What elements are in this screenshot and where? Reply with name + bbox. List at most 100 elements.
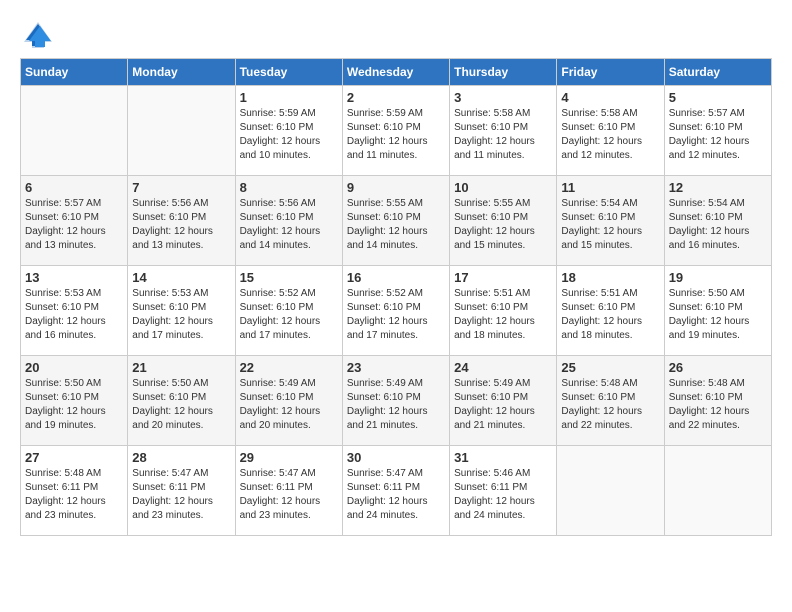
day-number: 8: [240, 180, 338, 195]
day-number: 11: [561, 180, 659, 195]
calendar-cell: 15Sunrise: 5:52 AM Sunset: 6:10 PM Dayli…: [235, 266, 342, 356]
day-number: 17: [454, 270, 552, 285]
day-info: Sunrise: 5:48 AM Sunset: 6:10 PM Dayligh…: [561, 377, 659, 433]
day-info: Sunrise: 5:50 AM Sunset: 6:10 PM Dayligh…: [25, 377, 123, 433]
day-number: 23: [347, 360, 445, 375]
day-info: Sunrise: 5:58 AM Sunset: 6:10 PM Dayligh…: [561, 107, 659, 163]
calendar-table: SundayMondayTuesdayWednesdayThursdayFrid…: [20, 58, 772, 536]
day-info: Sunrise: 5:49 AM Sunset: 6:10 PM Dayligh…: [347, 377, 445, 433]
day-number: 30: [347, 450, 445, 465]
calendar-cell: 5 Sunrise: 5:57 AM Sunset: 6:10 PM Daylig…: [664, 86, 771, 176]
calendar-cell: [664, 446, 771, 536]
calendar-cell: 19 Sunrise: 5:50 AM Sunset: 6:10 PM Dayli…: [664, 266, 771, 356]
calendar-cell: 4Sunrise: 5:58 AM Sunset: 6:10 PM Daylig…: [557, 86, 664, 176]
day-number: 15: [240, 270, 338, 285]
day-info: Sunrise: 5:58 AM Sunset: 6:10 PM Dayligh…: [454, 107, 552, 163]
column-header-tuesday: Tuesday: [235, 59, 342, 86]
calendar-week-2: 6 Sunrise: 5:57 AM Sunset: 6:10 PM Daylig…: [21, 176, 772, 266]
calendar-cell: 7Sunrise: 5:56 AM Sunset: 6:10 PM Daylig…: [128, 176, 235, 266]
calendar-cell: 25Sunrise: 5:48 AM Sunset: 6:10 PM Dayli…: [557, 356, 664, 446]
calendar-header-row: SundayMondayTuesdayWednesdayThursdayFrid…: [21, 59, 772, 86]
day-info: Sunrise: 5:54 AM Sunset: 6:10 PM Dayligh…: [561, 197, 659, 253]
day-number: 21: [132, 360, 230, 375]
day-number: 28: [132, 450, 230, 465]
calendar-cell: 8Sunrise: 5:56 AM Sunset: 6:10 PM Daylig…: [235, 176, 342, 266]
calendar-cell: 23 Sunrise: 5:49 AM Sunset: 6:10 PM Dayli…: [342, 356, 449, 446]
logo-icon: [24, 20, 52, 48]
day-info: Sunrise: 5:53 AM Sunset: 6:10 PM Dayligh…: [132, 287, 230, 343]
day-info: Sunrise: 5:49 AM Sunset: 6:10 PM Dayligh…: [454, 377, 552, 433]
calendar-cell: 9 Sunrise: 5:55 AM Sunset: 6:10 PM Daylig…: [342, 176, 449, 266]
day-number: 27: [25, 450, 123, 465]
calendar-cell: 18 Sunrise: 5:51 AM Sunset: 6:10 PM Dayli…: [557, 266, 664, 356]
day-number: 5: [669, 90, 767, 105]
day-number: 22: [240, 360, 338, 375]
day-number: 6: [25, 180, 123, 195]
calendar-cell: 26 Sunrise: 5:48 AM Sunset: 6:10 PM Dayli…: [664, 356, 771, 446]
day-info: Sunrise: 5:59 AM Sunset: 6:10 PM Dayligh…: [240, 107, 338, 163]
day-info: Sunrise: 5:47 AM Sunset: 6:11 PM Dayligh…: [132, 467, 230, 523]
calendar-cell: [557, 446, 664, 536]
day-number: 9: [347, 180, 445, 195]
day-info: Sunrise: 5:56 AM Sunset: 6:10 PM Dayligh…: [132, 197, 230, 253]
day-number: 2: [347, 90, 445, 105]
day-info: Sunrise: 5:53 AM Sunset: 6:10 PM Dayligh…: [25, 287, 123, 343]
column-header-thursday: Thursday: [450, 59, 557, 86]
day-info: Sunrise: 5:54 AM Sunset: 6:10 PM Dayligh…: [669, 197, 767, 253]
column-header-monday: Monday: [128, 59, 235, 86]
day-number: 31: [454, 450, 552, 465]
calendar-cell: 3 Sunrise: 5:58 AM Sunset: 6:10 PM Daylig…: [450, 86, 557, 176]
calendar-cell: 27 Sunrise: 5:48 AM Sunset: 6:11 PM Dayli…: [21, 446, 128, 536]
page-header: [20, 20, 772, 48]
calendar-cell: 29 Sunrise: 5:47 AM Sunset: 6:11 PM Dayli…: [235, 446, 342, 536]
day-number: 12: [669, 180, 767, 195]
calendar-cell: 10 Sunrise: 5:55 AM Sunset: 6:10 PM Dayli…: [450, 176, 557, 266]
day-info: Sunrise: 5:50 AM Sunset: 6:10 PM Dayligh…: [669, 287, 767, 343]
day-number: 18: [561, 270, 659, 285]
column-header-friday: Friday: [557, 59, 664, 86]
day-info: Sunrise: 5:55 AM Sunset: 6:10 PM Dayligh…: [347, 197, 445, 253]
calendar-cell: 12 Sunrise: 5:54 AM Sunset: 6:10 PM Dayli…: [664, 176, 771, 266]
calendar-cell: 6 Sunrise: 5:57 AM Sunset: 6:10 PM Daylig…: [21, 176, 128, 266]
day-info: Sunrise: 5:51 AM Sunset: 6:10 PM Dayligh…: [561, 287, 659, 343]
day-info: Sunrise: 5:50 AM Sunset: 6:10 PM Dayligh…: [132, 377, 230, 433]
day-info: Sunrise: 5:47 AM Sunset: 6:11 PM Dayligh…: [240, 467, 338, 523]
day-number: 14: [132, 270, 230, 285]
calendar-cell: 31Sunrise: 5:46 AM Sunset: 6:11 PM Dayli…: [450, 446, 557, 536]
day-info: Sunrise: 5:47 AM Sunset: 6:11 PM Dayligh…: [347, 467, 445, 523]
day-number: 24: [454, 360, 552, 375]
calendar-cell: 21 Sunrise: 5:50 AM Sunset: 6:10 PM Dayli…: [128, 356, 235, 446]
day-number: 10: [454, 180, 552, 195]
calendar-cell: 24 Sunrise: 5:49 AM Sunset: 6:10 PM Dayli…: [450, 356, 557, 446]
calendar-cell: 1 Sunrise: 5:59 AM Sunset: 6:10 PM Daylig…: [235, 86, 342, 176]
day-info: Sunrise: 5:55 AM Sunset: 6:10 PM Dayligh…: [454, 197, 552, 253]
calendar-cell: 22 Sunrise: 5:49 AM Sunset: 6:10 PM Dayli…: [235, 356, 342, 446]
day-info: Sunrise: 5:51 AM Sunset: 6:10 PM Dayligh…: [454, 287, 552, 343]
calendar-week-5: 27 Sunrise: 5:48 AM Sunset: 6:11 PM Dayli…: [21, 446, 772, 536]
day-info: Sunrise: 5:49 AM Sunset: 6:10 PM Dayligh…: [240, 377, 338, 433]
logo: [20, 20, 52, 48]
calendar-week-1: 1 Sunrise: 5:59 AM Sunset: 6:10 PM Daylig…: [21, 86, 772, 176]
day-info: Sunrise: 5:48 AM Sunset: 6:10 PM Dayligh…: [669, 377, 767, 433]
column-header-sunday: Sunday: [21, 59, 128, 86]
calendar-cell: [21, 86, 128, 176]
day-info: Sunrise: 5:48 AM Sunset: 6:11 PM Dayligh…: [25, 467, 123, 523]
day-info: Sunrise: 5:59 AM Sunset: 6:10 PM Dayligh…: [347, 107, 445, 163]
day-info: Sunrise: 5:57 AM Sunset: 6:10 PM Dayligh…: [25, 197, 123, 253]
calendar-cell: 2 Sunrise: 5:59 AM Sunset: 6:10 PM Daylig…: [342, 86, 449, 176]
day-info: Sunrise: 5:57 AM Sunset: 6:10 PM Dayligh…: [669, 107, 767, 163]
calendar-cell: 20Sunrise: 5:50 AM Sunset: 6:10 PM Dayli…: [21, 356, 128, 446]
day-number: 29: [240, 450, 338, 465]
calendar-cell: 11 Sunrise: 5:54 AM Sunset: 6:10 PM Dayli…: [557, 176, 664, 266]
day-number: 3: [454, 90, 552, 105]
calendar-cell: 13 Sunrise: 5:53 AM Sunset: 6:10 PM Dayli…: [21, 266, 128, 356]
column-header-saturday: Saturday: [664, 59, 771, 86]
day-number: 19: [669, 270, 767, 285]
calendar-cell: 16Sunrise: 5:52 AM Sunset: 6:10 PM Dayli…: [342, 266, 449, 356]
calendar-cell: 14 Sunrise: 5:53 AM Sunset: 6:10 PM Dayli…: [128, 266, 235, 356]
day-number: 1: [240, 90, 338, 105]
day-info: Sunrise: 5:52 AM Sunset: 6:10 PM Dayligh…: [347, 287, 445, 343]
day-number: 13: [25, 270, 123, 285]
calendar-cell: 30 Sunrise: 5:47 AM Sunset: 6:11 PM Dayli…: [342, 446, 449, 536]
day-number: 26: [669, 360, 767, 375]
